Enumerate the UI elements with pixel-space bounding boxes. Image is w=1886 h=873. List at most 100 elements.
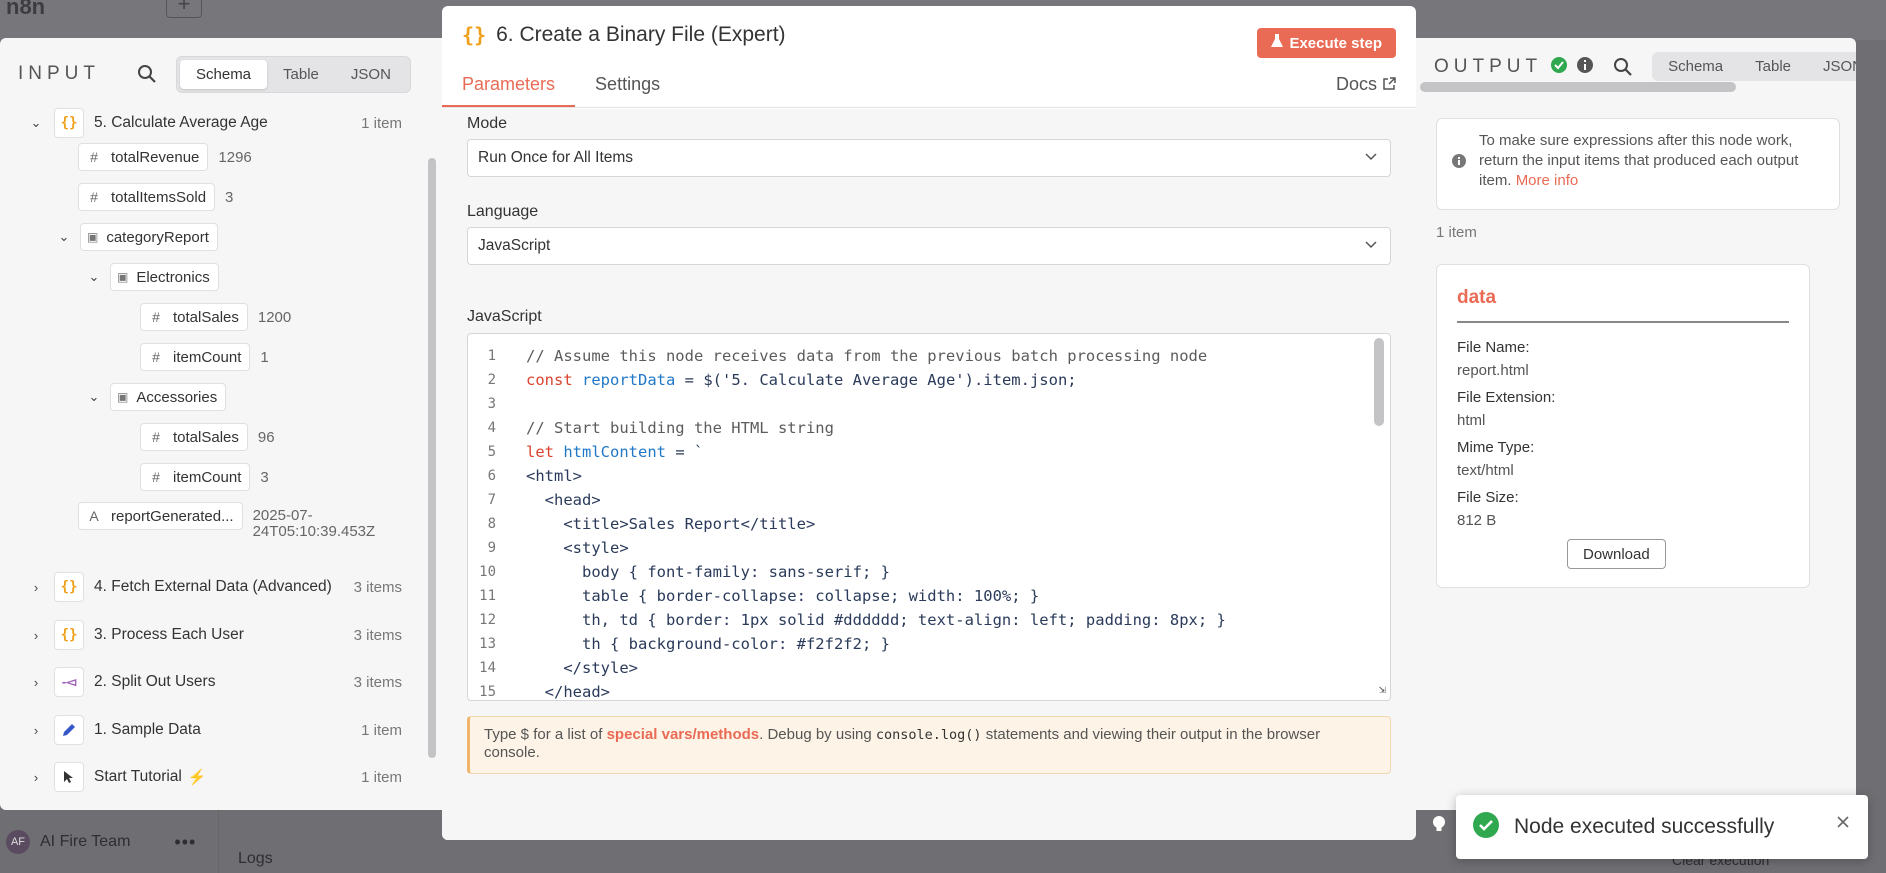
chevron-down-icon[interactable]: ⌄ (86, 269, 102, 285)
field-pill[interactable]: # totalSales (140, 423, 248, 451)
field-name: totalRevenue (111, 148, 200, 166)
info-icon[interactable] (1576, 56, 1594, 78)
docs-link[interactable]: Docs (1336, 74, 1396, 95)
close-icon[interactable] (1836, 815, 1850, 833)
field-electronics-item-count[interactable]: # itemCount 1 (140, 342, 269, 372)
field-name: itemCount (173, 468, 242, 486)
code-node-icon: {} (54, 108, 84, 138)
field-pill[interactable]: # totalItemsSold (78, 183, 216, 211)
app-logo: n8n (6, 0, 46, 19)
mode-select[interactable]: Run Once for All Items (467, 139, 1391, 177)
field-pill[interactable]: # itemCount (140, 343, 251, 371)
external-link-icon (1383, 74, 1396, 95)
field-value: 2025-07- 24T05:10:39.453Z (253, 508, 376, 540)
input-tab-json[interactable]: JSON (335, 60, 407, 89)
field-pill[interactable]: AreportGenerated... (78, 502, 243, 530)
search-icon[interactable] (1612, 56, 1634, 78)
code-text: </head> (526, 683, 610, 701)
field-accessories[interactable]: ⌄ ▣ Accessories (86, 382, 227, 412)
output-scrollbar[interactable] (1420, 82, 1736, 92)
line-number: 4 (487, 420, 496, 436)
chevron-down-icon (1364, 149, 1378, 168)
code-text: </style> (526, 659, 638, 677)
execute-step-button[interactable]: Execute step (1257, 28, 1396, 58)
input-title: INPUT (18, 63, 100, 84)
item-count: 1 item (361, 768, 402, 786)
output-tab-table[interactable]: Table (1739, 52, 1807, 81)
more-info-link[interactable]: More info (1516, 172, 1579, 189)
field-category-report[interactable]: ⌄ ▣ categoryReport (56, 222, 218, 252)
field-pill[interactable]: ▣ Electronics (110, 263, 219, 291)
language-select[interactable]: JavaScript (467, 227, 1391, 265)
input-tab-table[interactable]: Table (267, 60, 335, 89)
field-pill[interactable]: ▣ Accessories (110, 383, 227, 411)
output-tab-json[interactable]: JSON (1807, 52, 1856, 81)
field-name: Electronics (136, 268, 210, 286)
chevron-right-icon[interactable]: › (28, 628, 44, 643)
more-icon[interactable]: ••• (174, 832, 196, 853)
field-electronics[interactable]: ⌄ ▣ Electronics (86, 262, 219, 292)
field-pill[interactable]: # itemCount (140, 463, 251, 491)
download-button[interactable]: Download (1567, 539, 1666, 569)
tree-node-1[interactable]: › 1. Sample Data 1 item (28, 715, 402, 745)
special-vars-link[interactable]: special vars/methods (607, 726, 760, 743)
code-line: 9 <style> (468, 536, 629, 560)
input-tab-schema[interactable]: Schema (180, 59, 268, 89)
logs-label[interactable]: Logs (238, 850, 273, 868)
chevron-right-icon[interactable]: › (28, 723, 44, 738)
docs-label: Docs (1335, 74, 1377, 94)
code-scrollbar[interactable] (1374, 338, 1384, 426)
tree-node-2[interactable]: › -◅ 2. Split Out Users 3 items (28, 667, 402, 697)
code-line: 10 body { font-family: sans-serif; } (468, 560, 890, 584)
tab-settings[interactable]: Settings (575, 74, 680, 107)
line-number: 12 (479, 612, 496, 628)
code-editor[interactable]: 1 // Assume this node receives data from … (467, 333, 1391, 701)
toast-message: Node executed successfully (1514, 815, 1775, 838)
file-name-value: report.html (1457, 361, 1529, 379)
field-accessories-item-count[interactable]: # itemCount 3 (140, 462, 269, 492)
tree-node-3[interactable]: › {} 3. Process Each User 3 items (28, 620, 402, 650)
field-total-revenue[interactable]: # totalRevenue 1296 (78, 142, 252, 172)
modal-tabs: Parameters Settings Docs (442, 64, 1416, 108)
tree-node-5[interactable]: ⌄ {} 5. Calculate Average Age 1 item (28, 108, 402, 138)
object-type-icon: ▣ (87, 230, 99, 244)
field-report-generated[interactable]: AreportGenerated... 2025-07- 24T05:10:39.… (78, 502, 375, 540)
item-count: 3 items (353, 626, 402, 644)
lightbulb-icon[interactable] (1432, 815, 1446, 837)
node-modal: {} 6. Create a Binary File (Expert) Exec… (442, 6, 1416, 840)
field-total-items-sold[interactable]: # totalItemsSold 3 (78, 182, 233, 212)
resize-handle-icon[interactable]: ⇲ (1379, 682, 1386, 696)
code-line: 7 <head> (468, 488, 601, 512)
chevron-right-icon[interactable]: › (28, 580, 44, 595)
tree-node-4[interactable]: › {} 4. Fetch External Data (Advanced) 3… (28, 572, 402, 602)
tab-parameters[interactable]: Parameters (442, 74, 576, 107)
code-line: 11 table { border-collapse: collapse; wi… (468, 584, 1039, 608)
chevron-right-icon[interactable]: › (28, 770, 44, 785)
chevron-right-icon[interactable]: › (28, 675, 44, 690)
line-number: 15 (479, 684, 496, 700)
field-name: totalItemsSold (111, 188, 207, 206)
field-electronics-total-sales[interactable]: # totalSales 1200 (140, 302, 291, 332)
search-icon[interactable] (136, 63, 158, 85)
field-pill[interactable]: # totalRevenue (78, 143, 209, 171)
chevron-down-icon (1364, 237, 1378, 256)
chevron-down-icon[interactable]: ⌄ (86, 389, 102, 405)
node-title[interactable]: 6. Create a Binary File (Expert) (496, 23, 785, 47)
team-switcher[interactable]: AF AI Fire Team ••• (0, 822, 196, 862)
new-workflow-button[interactable]: + (166, 0, 202, 18)
code-line: 13 th { background-color: #f2f2f2; } (468, 632, 890, 656)
chevron-down-icon[interactable]: ⌄ (56, 229, 72, 245)
tree-node-start[interactable]: › Start Tutorial ⚡ 1 item (28, 762, 402, 792)
field-pill[interactable]: ▣ categoryReport (80, 223, 218, 251)
code-text: th { background-color: #f2f2f2; } (526, 635, 890, 653)
field-value: 1 (260, 348, 269, 366)
field-name: totalSales (173, 308, 239, 326)
input-scrollbar[interactable] (428, 158, 436, 758)
field-pill[interactable]: # totalSales (140, 303, 248, 331)
output-tab-schema[interactable]: Schema (1652, 52, 1739, 81)
line-number: 9 (487, 540, 496, 556)
file-size-key: File Size: (1457, 489, 1519, 506)
chevron-down-icon[interactable]: ⌄ (28, 115, 44, 131)
field-accessories-total-sales[interactable]: # totalSales 96 (140, 422, 275, 452)
code-line: 4 // Start building the HTML string (468, 416, 834, 440)
